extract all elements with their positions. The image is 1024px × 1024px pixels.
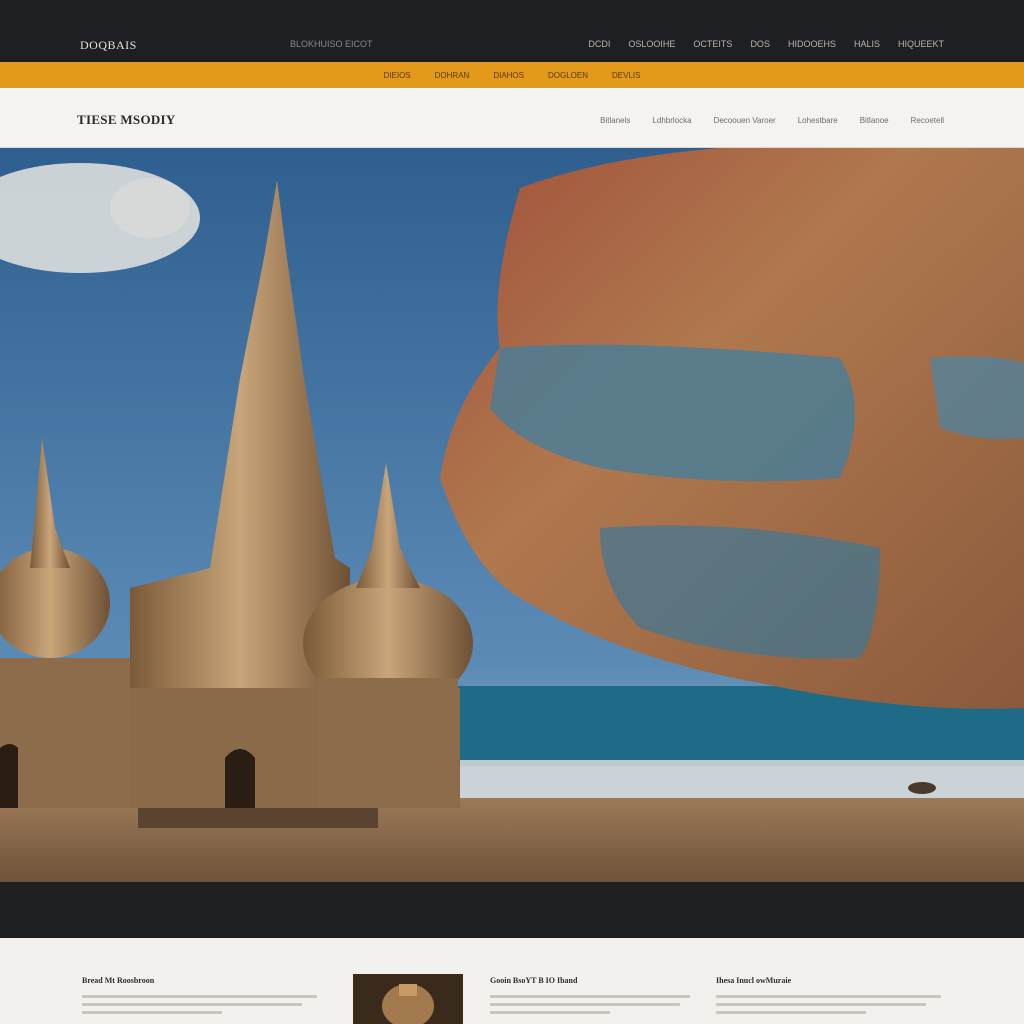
text-line <box>490 1003 680 1006</box>
site-logo[interactable]: DOQBAIS <box>80 38 137 53</box>
sub-menu-link[interactable]: Bitlanels <box>600 116 630 125</box>
text-line <box>82 1011 222 1014</box>
left-tower <box>0 658 130 808</box>
nav-link[interactable]: OCTEITS <box>693 39 732 49</box>
nav-link[interactable]: DCDI <box>588 39 610 49</box>
temple-door <box>0 744 18 808</box>
footer-column: Gooin BsoYT B IO Iband <box>490 976 690 1019</box>
sub-header-menu: Bitlanels Ldhbrlocka Decoouen Varoer Loh… <box>600 116 944 125</box>
cloud <box>110 178 190 238</box>
text-line <box>716 1011 866 1014</box>
accent-nav-link[interactable]: DOGLOEN <box>548 71 588 80</box>
rock-band <box>930 356 1024 440</box>
top-navbar: DOQBAIS BLOKHUISO EICOT DCDI OSLOOIHE OC… <box>0 0 1024 62</box>
site-tagline: BLOKHUISO EICOT <box>290 39 373 49</box>
footer-column: Bread Mt Roosbroon <box>82 976 317 1019</box>
accent-nav-bar: DIEIOS DOHRAN DIAHOS DOGLOEN DEVLIS <box>0 62 1024 88</box>
sub-menu-link[interactable]: Decoouen Varoer <box>714 116 776 125</box>
text-line <box>490 995 690 998</box>
text-line <box>716 995 941 998</box>
hero-illustration <box>0 148 1024 882</box>
right-tower <box>318 678 458 808</box>
sub-menu-link[interactable]: Recoetell <box>911 116 944 125</box>
article-thumbnail[interactable] <box>353 974 463 1024</box>
footer-column-heading: Ihesa Inucl owMuraie <box>716 976 792 985</box>
footer-band <box>0 882 1024 938</box>
temple-step <box>138 808 378 828</box>
page-title: TIESE MSODIY <box>77 112 176 127</box>
nav-link[interactable]: OSLOOIHE <box>628 39 675 49</box>
bottom-section: Bread Mt Roosbroon Gooin BsoYT B IO Iban… <box>0 938 1024 1024</box>
footer-column-heading: Gooin BsoYT B IO Iband <box>490 976 578 985</box>
top-nav-menu: DCDI OSLOOIHE OCTEITS DOS HIDOOEHS HALIS… <box>588 39 944 49</box>
footer-column: Ihesa Inucl owMuraie <box>716 976 941 1019</box>
footer-column-heading: Bread Mt Roosbroon <box>82 976 155 985</box>
accent-nav-link[interactable]: DIEIOS <box>384 71 411 80</box>
sub-menu-link[interactable]: Bitlanoe <box>860 116 889 125</box>
accent-nav-link[interactable]: DIAHOS <box>493 71 524 80</box>
nav-link[interactable]: DOS <box>750 39 770 49</box>
text-line <box>716 1003 926 1006</box>
sub-menu-link[interactable]: Lohestbare <box>798 116 838 125</box>
beach-rock <box>908 782 936 794</box>
nav-link[interactable]: HIQUEEKT <box>898 39 944 49</box>
thumbnail-image <box>353 974 463 1024</box>
accent-nav-link[interactable]: DEVLIS <box>612 71 640 80</box>
nav-link[interactable]: HIDOOEHS <box>788 39 836 49</box>
hero-image <box>0 148 1024 882</box>
sub-header: TIESE MSODIY Bitlanels Ldhbrlocka Decoou… <box>0 88 1024 148</box>
sub-menu-link[interactable]: Ldhbrlocka <box>652 116 691 125</box>
temple-door <box>225 749 255 808</box>
accent-nav-link[interactable]: DOHRAN <box>435 71 470 80</box>
text-line <box>490 1011 610 1014</box>
text-line <box>82 1003 302 1006</box>
nav-link[interactable]: HALIS <box>854 39 880 49</box>
text-line <box>82 995 317 998</box>
